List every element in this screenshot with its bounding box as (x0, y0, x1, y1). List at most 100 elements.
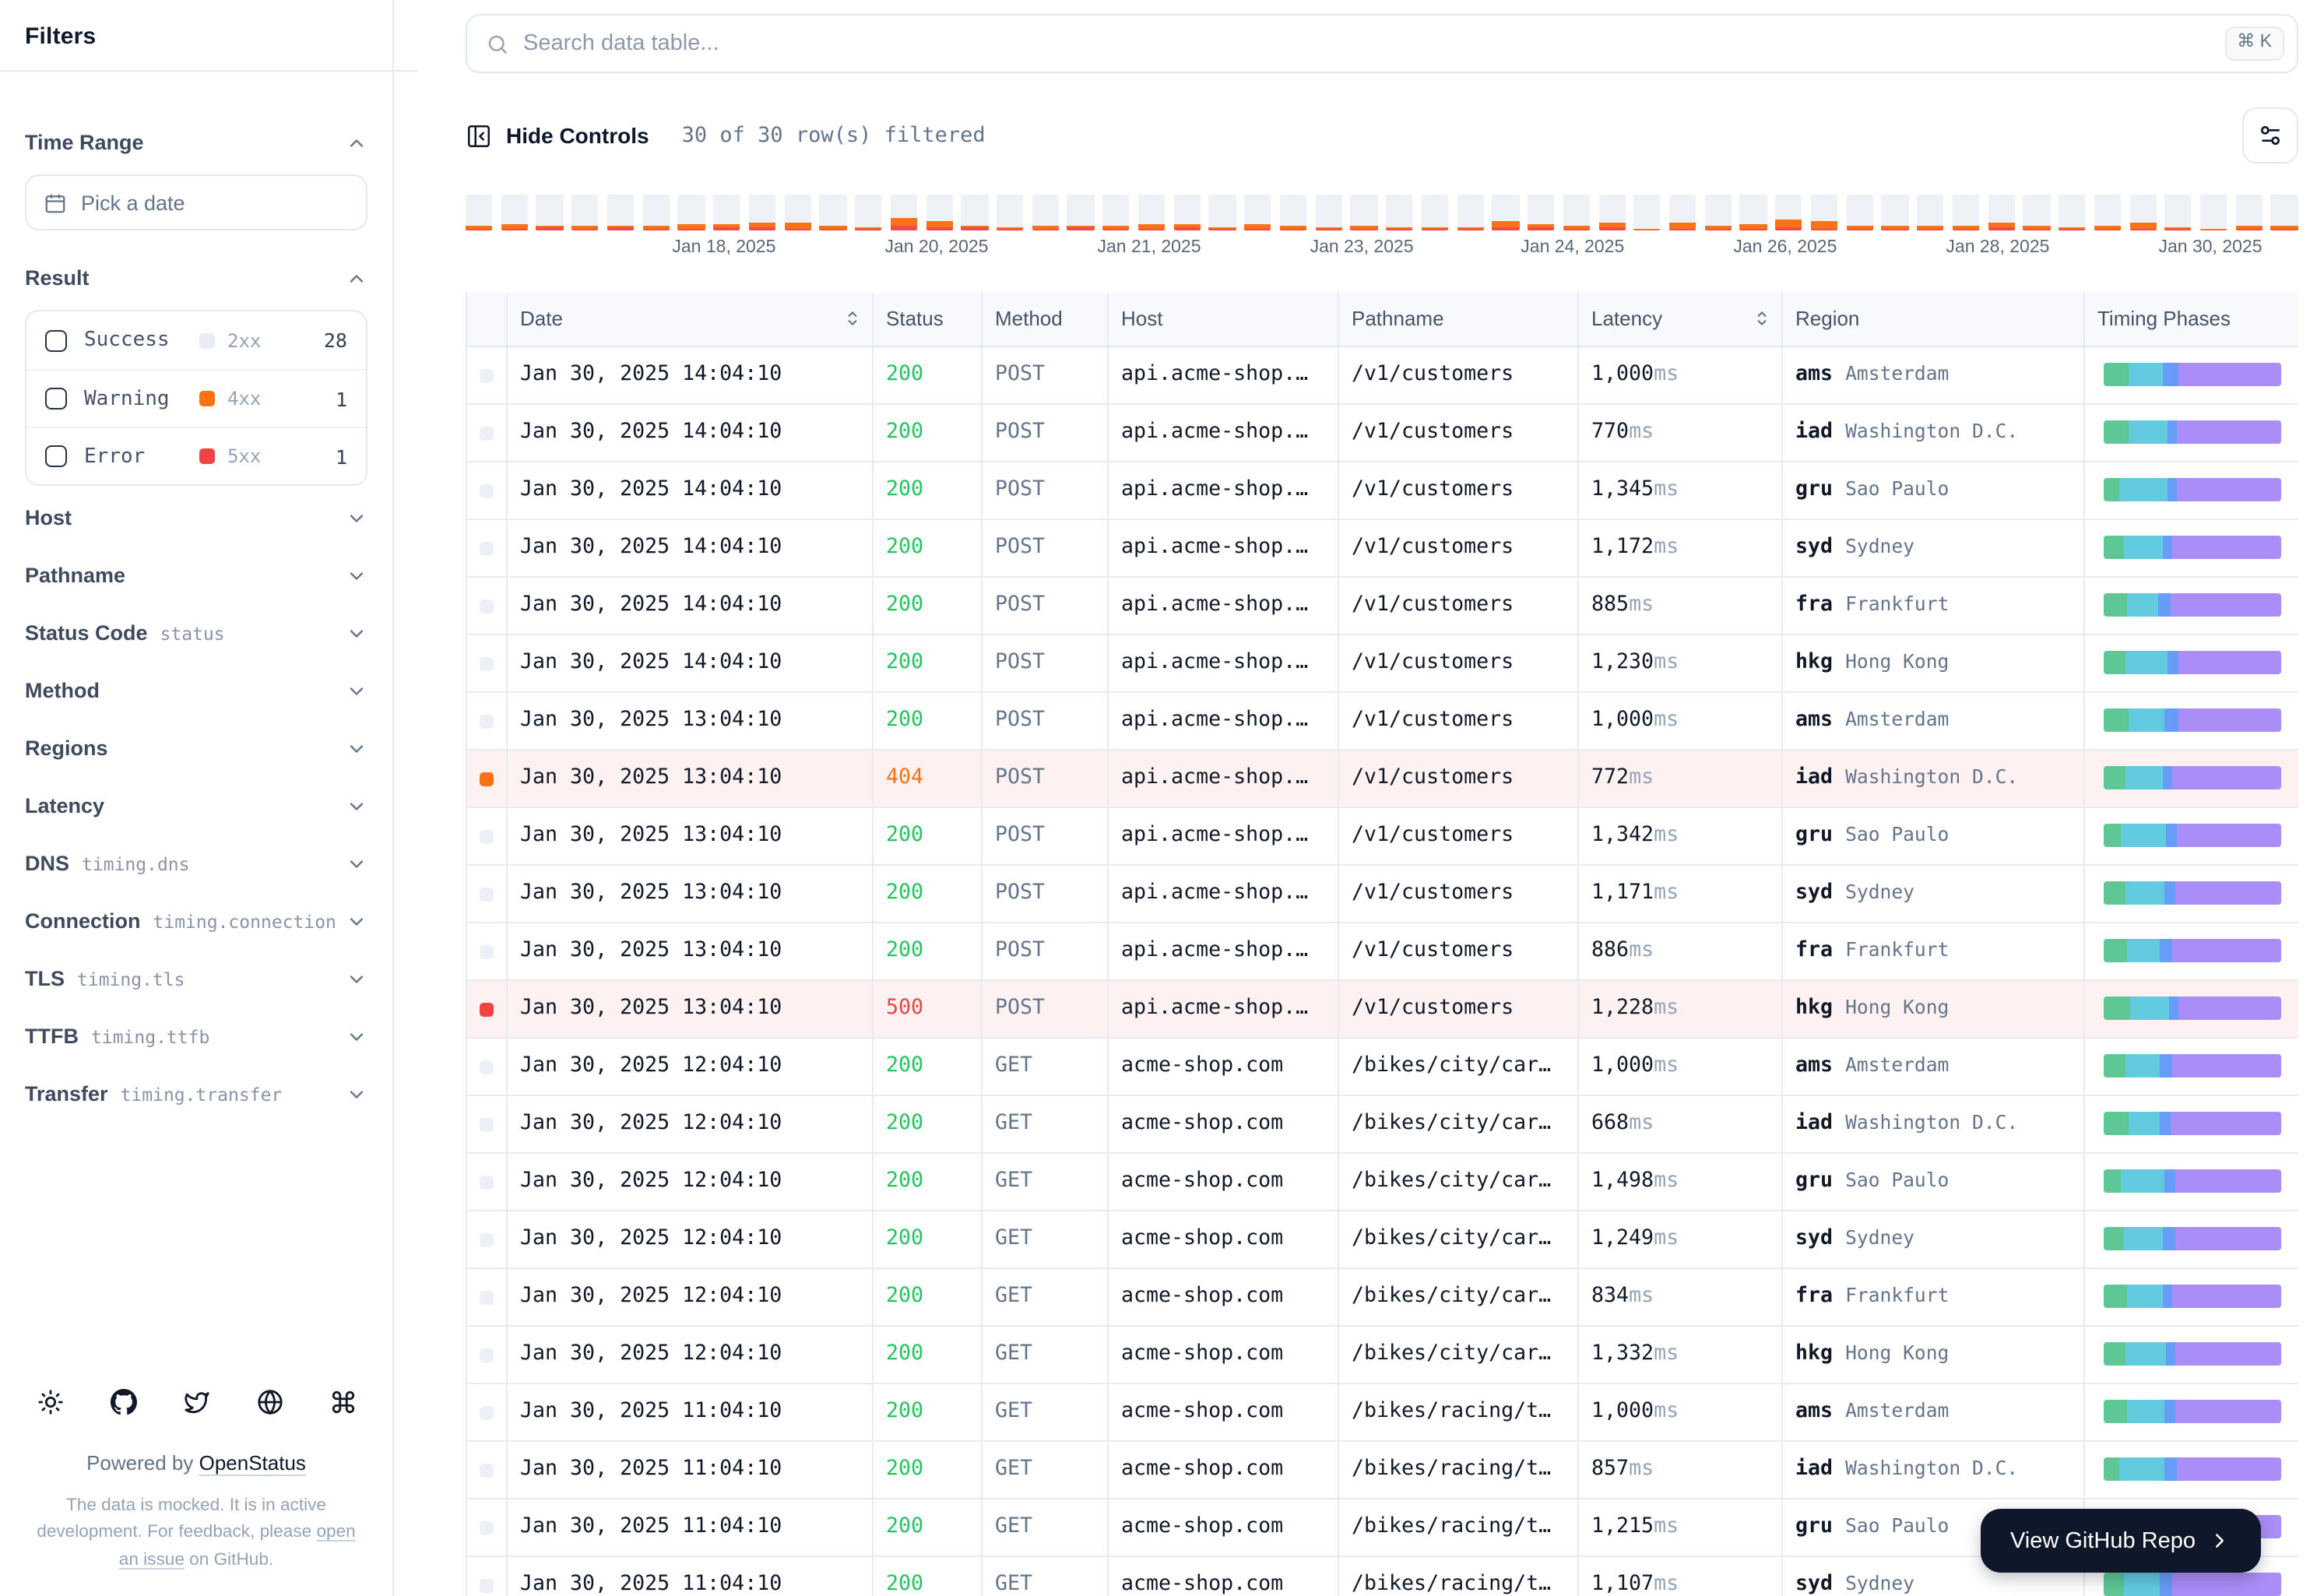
histogram-bar[interactable] (784, 195, 811, 230)
row-status-indicator[interactable] (480, 1405, 494, 1420)
globe-icon[interactable] (255, 1388, 283, 1416)
table-row[interactable]: Jan 30, 2025 13:04:10 404 POST api.acme-… (466, 749, 2298, 807)
histogram-bar[interactable] (1279, 195, 1307, 230)
histogram-bar[interactable] (1881, 195, 1909, 230)
histogram-bar[interactable] (1917, 195, 1944, 230)
histogram-bar[interactable] (1492, 195, 1520, 230)
histogram-bar[interactable] (1137, 195, 1166, 230)
view-github-repo-button[interactable]: View GitHub Repo (1980, 1509, 2261, 1573)
header-status[interactable]: Status (872, 293, 982, 346)
table-row[interactable]: Jan 30, 2025 14:04:10 200 POST api.acme-… (466, 461, 2298, 519)
search-input[interactable] (523, 31, 2211, 56)
result-section[interactable]: Result (25, 266, 367, 290)
sort-icon[interactable] (1752, 309, 1772, 329)
header-region[interactable]: Region (1781, 293, 2084, 346)
row-status-indicator[interactable] (480, 426, 494, 441)
table-row[interactable]: Jan 30, 2025 14:04:10 200 POST api.acme-… (466, 634, 2298, 692)
table-row[interactable]: Jan 30, 2025 14:04:10 200 POST api.acme-… (466, 346, 2298, 404)
sidebar-filter-section[interactable]: DNS timing.dns (25, 835, 367, 892)
histogram-bar[interactable] (571, 195, 599, 230)
sidebar-filter-section[interactable]: Connection timing.connection (25, 892, 367, 950)
histogram-bar[interactable] (1775, 195, 1802, 230)
table-row[interactable]: Jan 30, 2025 14:04:10 200 POST api.acme-… (466, 403, 2298, 462)
row-status-indicator[interactable] (480, 1232, 494, 1247)
sidebar-filter-section[interactable]: TTFB timing.ttfb (25, 1007, 367, 1065)
histogram-bar[interactable] (1421, 195, 1449, 230)
row-status-indicator[interactable] (480, 1002, 494, 1017)
histogram-bar[interactable] (1633, 195, 1661, 230)
github-icon[interactable] (109, 1388, 137, 1416)
histogram-bar[interactable] (1032, 195, 1059, 230)
result-checkbox[interactable] (45, 445, 67, 467)
histogram-bar[interactable] (1668, 195, 1696, 230)
histogram-bar[interactable] (1173, 195, 1201, 230)
row-status-indicator[interactable] (480, 1060, 494, 1074)
time-range-section[interactable]: Time Range (25, 131, 367, 154)
histogram-bar[interactable] (713, 195, 740, 230)
result-checkbox[interactable] (45, 329, 67, 351)
row-status-indicator[interactable] (480, 368, 494, 383)
histogram-bar[interactable] (2129, 195, 2157, 230)
table-row[interactable]: Jan 30, 2025 12:04:10 200 GET acme-shop.… (466, 1267, 2298, 1326)
histogram-bar[interactable] (2059, 195, 2086, 230)
table-row[interactable]: Jan 30, 2025 12:04:10 200 GET acme-shop.… (466, 1325, 2298, 1383)
sidebar-filter-section[interactable]: Latency (25, 777, 367, 835)
histogram-bar[interactable] (1563, 195, 1590, 230)
header-latency[interactable]: Latency (1577, 293, 1782, 346)
histogram-bar[interactable] (1350, 195, 1378, 230)
twitter-icon[interactable] (182, 1388, 210, 1416)
histogram-bar[interactable] (1704, 195, 1732, 230)
histogram-bar[interactable] (1739, 195, 1767, 230)
histogram-bar[interactable] (997, 195, 1024, 230)
histogram-bar[interactable] (1846, 195, 1873, 230)
histogram-bar[interactable] (606, 195, 635, 230)
table-row[interactable]: Jan 30, 2025 13:04:10 200 POST api.acme-… (466, 864, 2298, 923)
header-date[interactable]: Date (506, 293, 873, 346)
histogram-bar[interactable] (1528, 195, 1555, 230)
command-icon[interactable] (329, 1388, 357, 1416)
table-row[interactable]: Jan 30, 2025 12:04:10 200 GET acme-shop.… (466, 1152, 2298, 1211)
table-row[interactable]: Jan 30, 2025 13:04:10 200 POST api.acme-… (466, 807, 2298, 865)
row-status-indicator[interactable] (480, 1578, 494, 1593)
histogram-bar[interactable] (855, 195, 882, 230)
histogram-bar[interactable] (466, 195, 493, 230)
row-status-indicator[interactable] (480, 1463, 494, 1478)
histogram-bar[interactable] (890, 195, 918, 230)
histogram-bar[interactable] (1457, 195, 1484, 230)
row-status-indicator[interactable] (480, 1520, 494, 1535)
result-option-row[interactable]: Success 2xx 28 (26, 311, 366, 369)
row-status-indicator[interactable] (480, 483, 494, 498)
histogram-bar[interactable] (819, 195, 847, 230)
sidebar-filter-section[interactable]: Status Code status (25, 604, 367, 662)
histogram-bar[interactable] (2094, 195, 2122, 230)
histogram-bar[interactable] (1952, 195, 1980, 230)
histogram-bar[interactable] (1386, 195, 1413, 230)
histogram-bar[interactable] (1598, 195, 1626, 230)
histogram-bar[interactable] (501, 195, 528, 230)
histogram-bar[interactable] (1067, 195, 1095, 230)
sidebar-filter-section[interactable]: Host (25, 489, 367, 547)
result-option-row[interactable]: Warning 4xx 1 (26, 369, 366, 427)
histogram-bar[interactable] (642, 195, 670, 230)
sort-icon[interactable] (842, 309, 863, 329)
table-row[interactable]: Jan 30, 2025 12:04:10 200 GET acme-shop.… (466, 1095, 2298, 1153)
header-pathname[interactable]: Pathname (1338, 293, 1578, 346)
histogram-bar[interactable] (2199, 195, 2227, 230)
table-row[interactable]: Jan 30, 2025 11:04:10 200 GET acme-shop.… (466, 1383, 2298, 1441)
histogram-bar[interactable] (1988, 195, 2015, 230)
row-status-indicator[interactable] (480, 541, 494, 556)
table-row[interactable]: Jan 30, 2025 12:04:10 200 GET acme-shop.… (466, 1037, 2298, 1095)
table-row[interactable]: Jan 30, 2025 13:04:10 200 POST api.acme-… (466, 691, 2298, 750)
sidebar-filter-section[interactable]: Pathname (25, 547, 367, 604)
row-status-indicator[interactable] (480, 656, 494, 671)
header-host[interactable]: Host (1107, 293, 1338, 346)
sun-icon[interactable] (36, 1388, 64, 1416)
histogram-bar[interactable] (1810, 195, 1838, 230)
histogram-bar[interactable] (748, 195, 776, 230)
row-status-indicator[interactable] (480, 1175, 494, 1190)
histogram-bar[interactable] (1102, 195, 1130, 230)
histogram-bar[interactable] (2270, 195, 2298, 230)
histogram-bar[interactable] (1244, 195, 1271, 230)
sidebar-filter-section[interactable]: Regions (25, 719, 367, 777)
result-option-row[interactable]: Error 5xx 1 (26, 427, 366, 484)
